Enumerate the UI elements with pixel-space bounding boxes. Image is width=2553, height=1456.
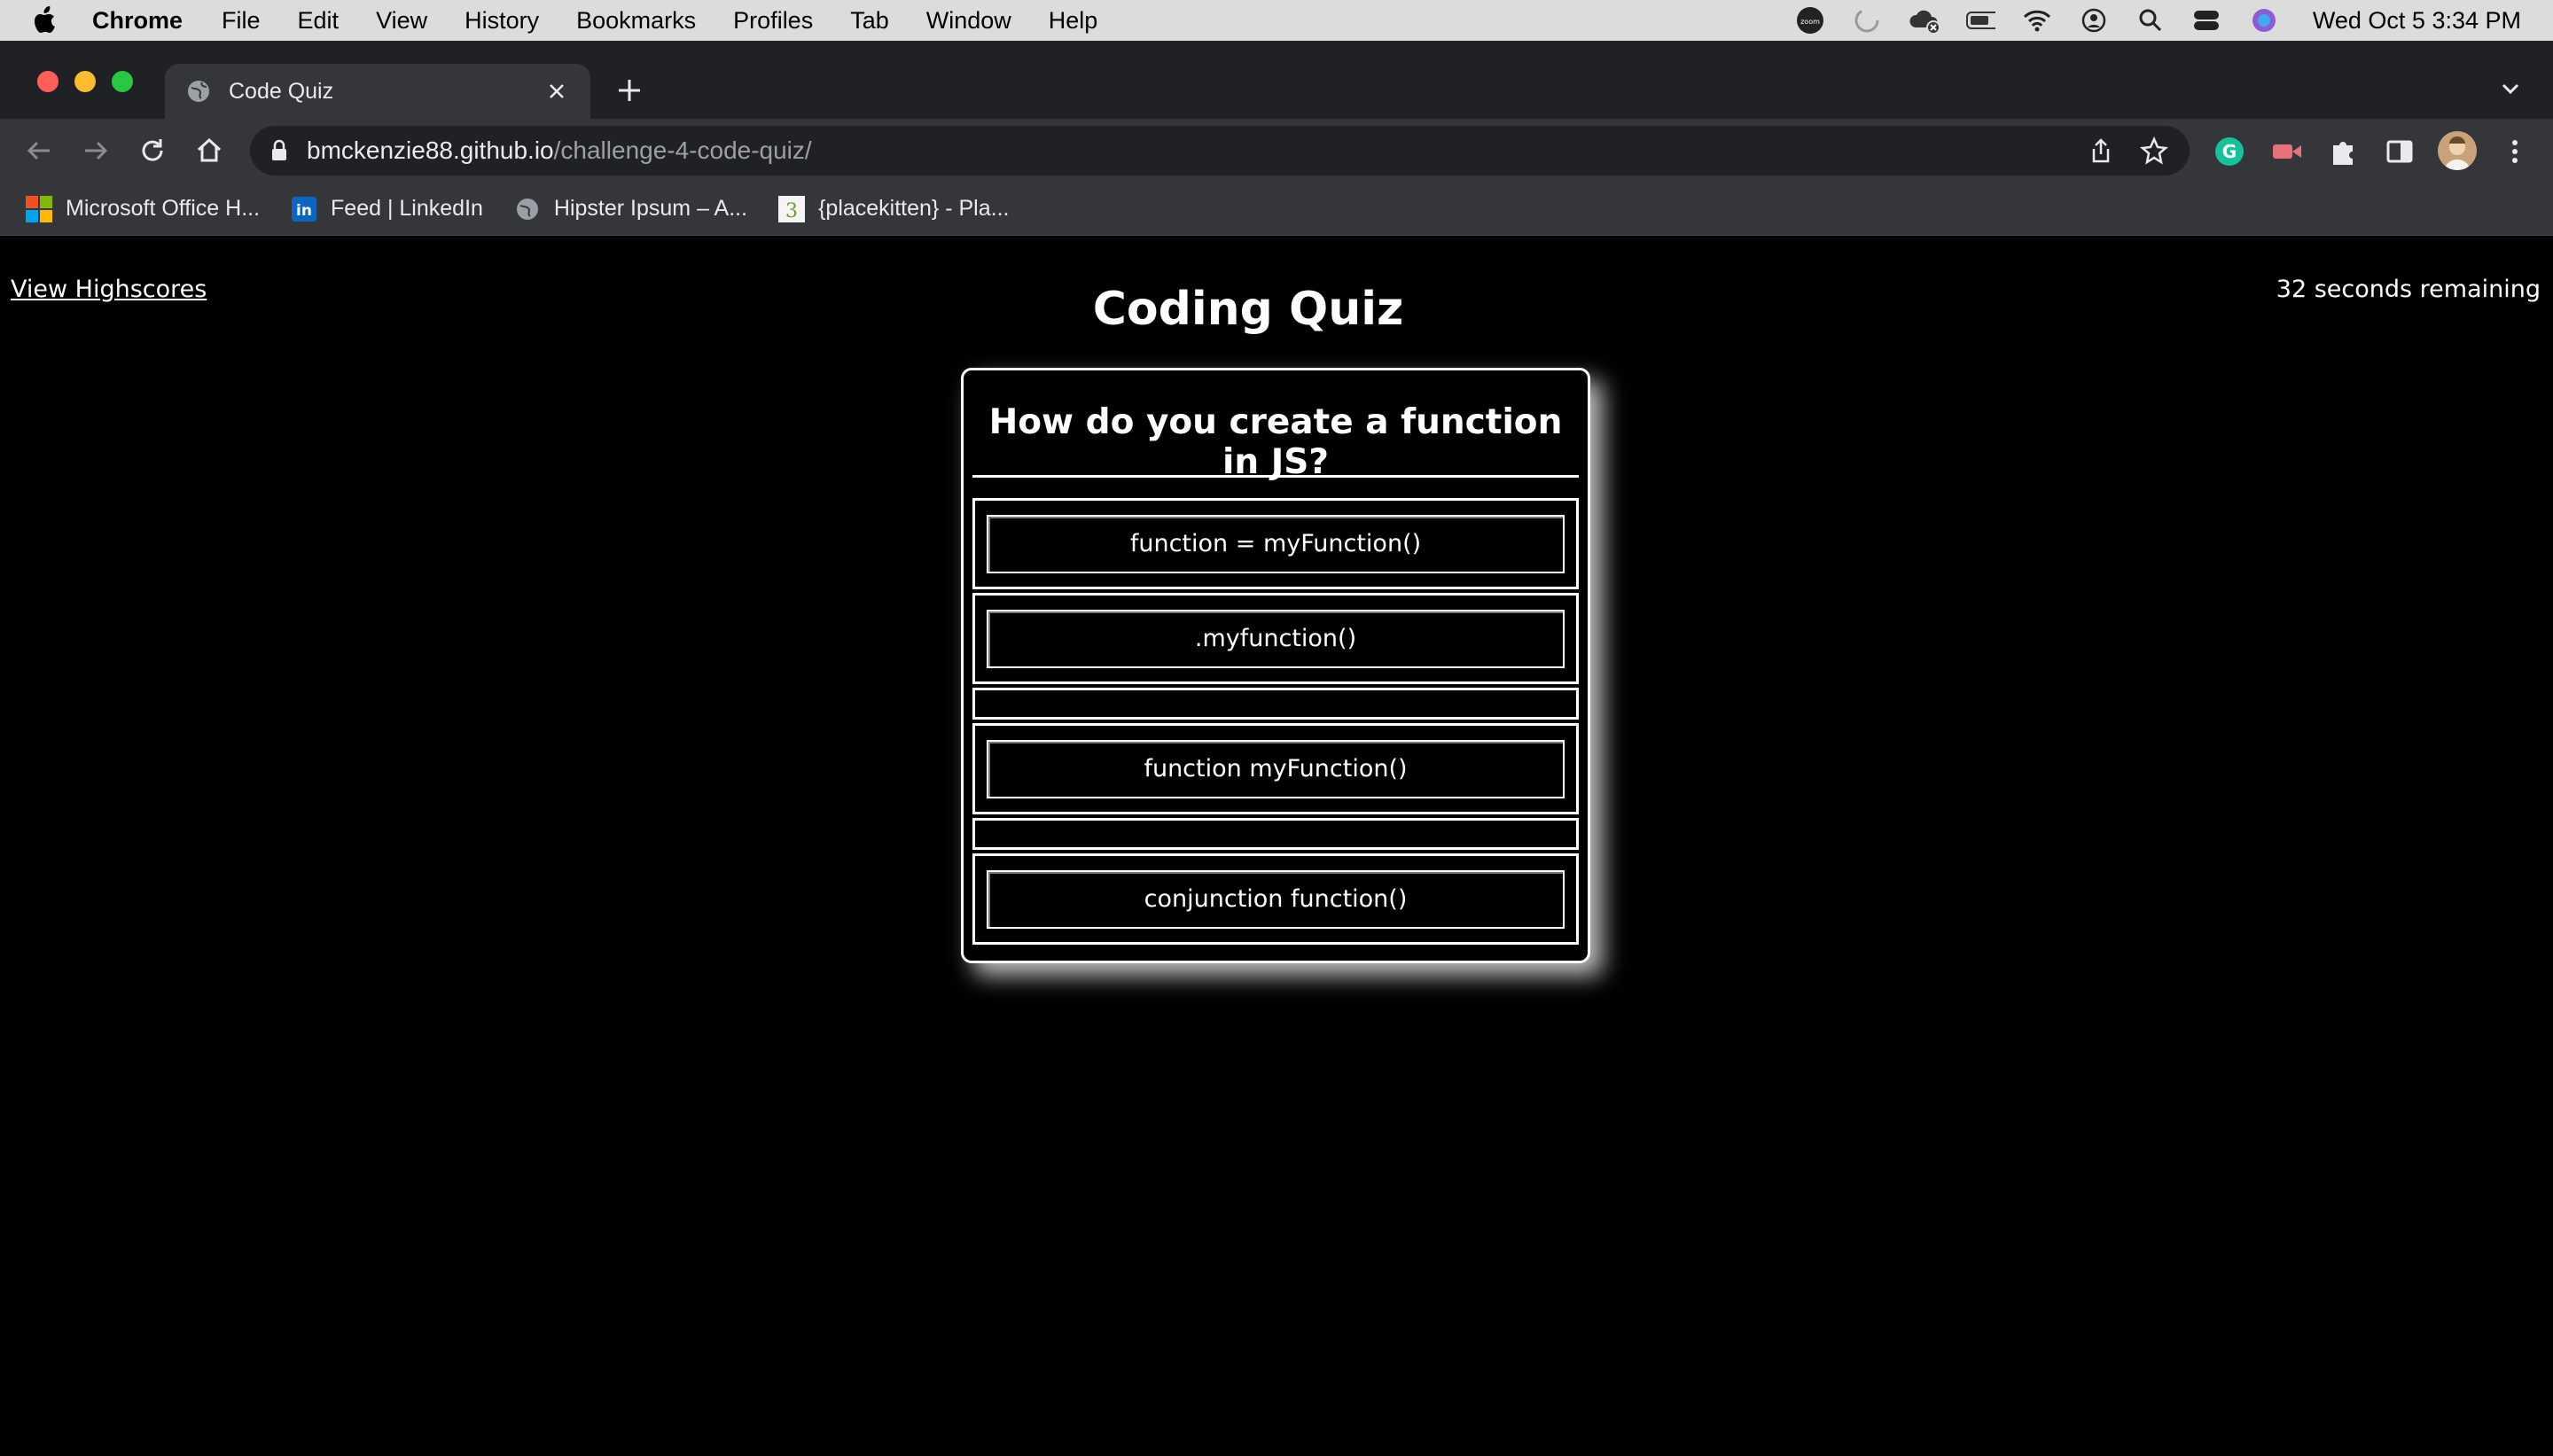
close-tab-icon[interactable]: [544, 79, 569, 104]
bookmark-star-icon[interactable]: [2140, 136, 2168, 165]
bookmark-linkedin[interactable]: in Feed | LinkedIn: [290, 195, 483, 223]
svg-text:3: 3: [785, 200, 798, 222]
cloud-icon[interactable]: [1909, 5, 1939, 35]
reload-icon[interactable]: [137, 135, 168, 167]
quiz-card: How do you create a function in JS? func…: [961, 368, 1590, 963]
answer-button-1[interactable]: function = myFunction(): [987, 514, 1565, 573]
menu-history[interactable]: History: [465, 7, 539, 35]
menu-tab[interactable]: Tab: [850, 7, 889, 35]
side-panel-icon[interactable]: [2383, 135, 2416, 168]
svg-text:G: G: [2222, 141, 2237, 162]
menu-profiles[interactable]: Profiles: [733, 7, 813, 35]
answer-button-2[interactable]: .myfunction(): [987, 609, 1565, 668]
tab-search-chevron-icon[interactable]: [2498, 76, 2523, 101]
tab-code-quiz[interactable]: Code Quiz: [165, 64, 590, 119]
answer-list: function = myFunction() .myfunction() fu…: [972, 498, 1579, 948]
browser-tab-strip: Code Quiz: [0, 41, 2553, 119]
svg-text:zoom: zoom: [1800, 18, 1820, 26]
bookmark-placekitten[interactable]: 3 {placekitten} - Pla...: [777, 195, 1009, 223]
macos-menu-bar: Chrome File Edit View History Bookmarks …: [0, 0, 2553, 41]
answer-button-4[interactable]: conjunction function(): [987, 869, 1565, 929]
answer-button-3[interactable]: function myFunction(): [987, 739, 1565, 798]
sync-icon[interactable]: [1852, 5, 1882, 35]
back-icon[interactable]: [23, 135, 55, 167]
bookmark-microsoft-office[interactable]: Microsoft Office H...: [25, 195, 260, 223]
forward-icon[interactable]: [80, 135, 112, 167]
menu-bookmarks[interactable]: Bookmarks: [576, 7, 696, 35]
question-divider: [972, 475, 1579, 478]
menu-bar-clock[interactable]: Wed Oct 5 3:34 PM: [2313, 7, 2521, 35]
menu-window[interactable]: Window: [926, 7, 1011, 35]
maximize-window-icon[interactable]: [112, 71, 133, 92]
empty-answer-row: [972, 688, 1579, 720]
bookmark-label: Microsoft Office H...: [66, 196, 261, 221]
browser-toolbar: bmckenzie88.github.io/challenge-4-code-q…: [0, 119, 2553, 183]
home-icon[interactable]: [193, 135, 225, 167]
battery-icon[interactable]: [1965, 5, 1995, 35]
linkedin-icon: in: [290, 195, 318, 223]
bookmark-hipster-ipsum[interactable]: Hipster Ipsum – A...: [513, 195, 747, 223]
extensions-puzzle-icon[interactable]: [2326, 135, 2360, 168]
menu-file[interactable]: File: [222, 7, 261, 35]
url-path: /challenge-4-code-quiz/: [553, 136, 812, 164]
placekitten-icon: 3: [777, 195, 806, 223]
new-tab-icon[interactable]: [613, 74, 645, 106]
microsoft-icon: [25, 195, 53, 223]
wifi-icon[interactable]: [2022, 5, 2052, 35]
svg-text:in: in: [296, 202, 312, 220]
user-account-icon[interactable]: [2079, 5, 2109, 35]
menu-view[interactable]: View: [376, 7, 427, 35]
menu-app-chrome[interactable]: Chrome: [92, 7, 183, 35]
globe-icon: [188, 81, 209, 102]
siri-icon[interactable]: [2249, 5, 2279, 35]
minimize-window-icon[interactable]: [74, 71, 96, 92]
grammarly-icon[interactable]: G: [2213, 135, 2246, 168]
screen-recorder-icon[interactable]: [2269, 135, 2303, 168]
url-host: bmckenzie88.github.io: [307, 136, 554, 164]
close-window-icon[interactable]: [37, 71, 59, 92]
bookmarks-bar: Microsoft Office H... in Feed | LinkedIn…: [0, 183, 2553, 236]
spotlight-search-icon[interactable]: [2135, 5, 2166, 35]
timer-text: 32 seconds remaining: [2276, 276, 2541, 303]
answer-row: function myFunction(): [972, 723, 1579, 814]
answer-row: .myfunction(): [972, 593, 1579, 684]
share-icon[interactable]: [2087, 136, 2115, 165]
bookmark-label: {placekitten} - Pla...: [818, 196, 1010, 221]
empty-answer-row: [972, 818, 1579, 850]
question-text: How do you create a function in JS?: [988, 402, 1563, 482]
window-controls: [37, 71, 133, 92]
bookmark-label: Hipster Ipsum – A...: [553, 196, 748, 221]
lock-icon[interactable]: [269, 139, 289, 162]
menu-help[interactable]: Help: [1049, 7, 1098, 35]
control-center-icon[interactable]: [2192, 5, 2222, 35]
more-menu-icon[interactable]: [2498, 135, 2532, 168]
menu-edit[interactable]: Edit: [298, 7, 340, 35]
answer-row: conjunction function(): [972, 853, 1579, 945]
address-bar[interactable]: bmckenzie88.github.io/challenge-4-code-q…: [250, 126, 2190, 175]
bookmark-label: Feed | LinkedIn: [331, 196, 483, 221]
apple-icon[interactable]: [0, 6, 92, 35]
page-content: View Highscores Coding Quiz 32 seconds r…: [0, 237, 2553, 1456]
page-title: Coding Quiz: [1092, 283, 1404, 336]
tab-title: Code Quiz: [229, 78, 334, 104]
globe-icon: [513, 195, 542, 223]
answer-row: function = myFunction(): [972, 498, 1579, 589]
profile-avatar[interactable]: [2438, 131, 2477, 170]
zoom-icon[interactable]: zoom: [1795, 5, 1825, 35]
